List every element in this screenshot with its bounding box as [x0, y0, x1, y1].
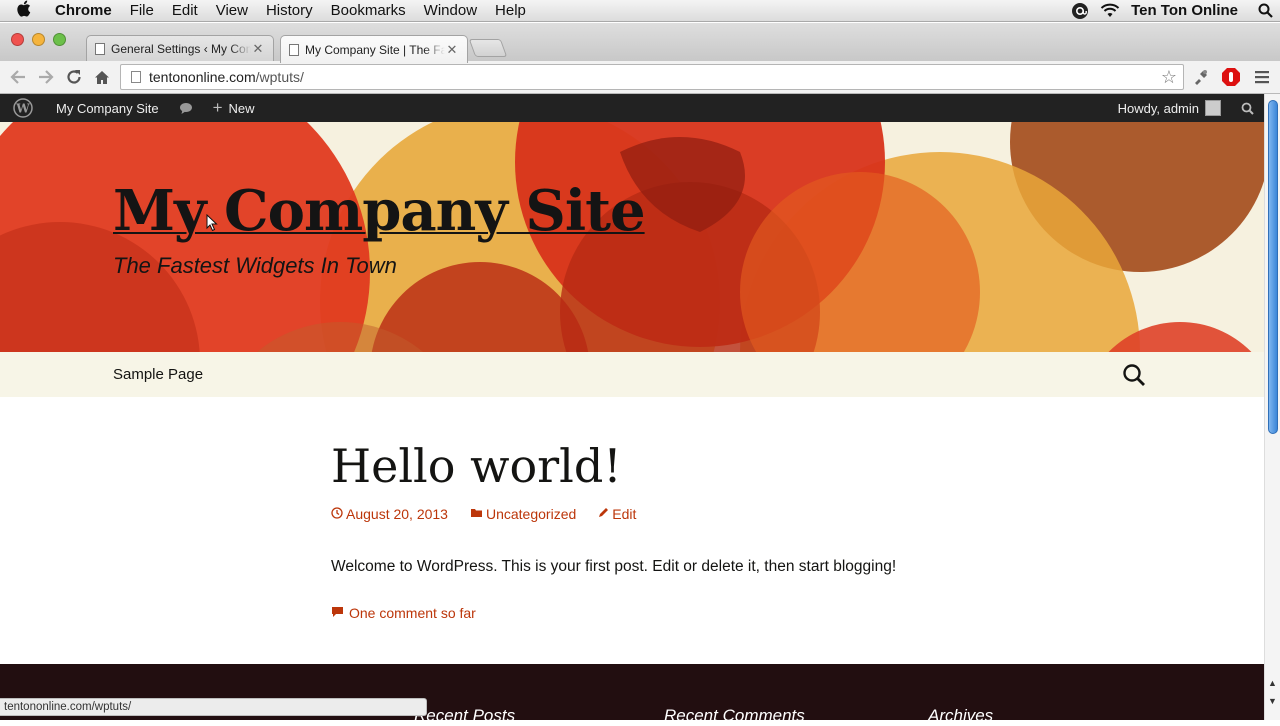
window-zoom-button[interactable]	[53, 33, 66, 46]
widget-title-recent-comments: Recent Comments	[664, 706, 805, 725]
bookmark-star-icon[interactable]: ☆	[1161, 67, 1177, 88]
spotlight-search-icon[interactable]	[1250, 3, 1280, 18]
comments-link[interactable]: One comment so far	[331, 605, 476, 621]
url-host: tentononline.com	[149, 69, 256, 85]
svg-text:W: W	[15, 102, 30, 116]
window-minimize-button[interactable]	[32, 33, 45, 46]
admin-bar-my-account[interactable]: Howdy, admin	[1108, 94, 1231, 122]
tab-title: General Settings ‹ My Company	[111, 42, 251, 56]
chrome-menu-icon[interactable]	[1251, 66, 1273, 88]
page-icon	[289, 43, 299, 56]
menu-app-chrome[interactable]: Chrome	[46, 0, 121, 22]
post-edit-text: Edit	[612, 506, 637, 522]
admin-bar-howdy: Howdy, admin	[1117, 100, 1199, 116]
post-category-text: Uncategorized	[485, 506, 577, 522]
new-tab-button[interactable]	[468, 39, 508, 57]
post-body: Welcome to WordPress. This is your first…	[331, 558, 897, 575]
search-icon[interactable]	[1122, 363, 1146, 387]
wifi-icon[interactable]	[1095, 3, 1125, 18]
window-close-button[interactable]	[11, 33, 24, 46]
adblock-extension-icon[interactable]	[1220, 66, 1242, 88]
menu-view[interactable]: View	[207, 0, 257, 22]
admin-bar-search-icon[interactable]	[1231, 94, 1264, 122]
browser-tab-strip: General Settings ‹ My Company ✕ My Compa…	[0, 23, 1280, 63]
home-icon[interactable]	[88, 63, 116, 91]
tab-general-settings[interactable]: General Settings ‹ My Company ✕	[86, 35, 274, 62]
main-content: Hello world! August 20, 2013 Uncategoriz…	[0, 397, 1264, 664]
tab-close-icon[interactable]: ✕	[445, 42, 459, 58]
macos-menubar: Chrome File Edit View History Bookmarks …	[0, 0, 1280, 22]
post-date-text: August 20, 2013	[346, 506, 448, 522]
url-path: /wptuts/	[255, 69, 304, 85]
nav-item-sample-page[interactable]: Sample Page	[113, 366, 203, 383]
site-navigation: Sample Page	[0, 352, 1264, 397]
scroll-down-arrow-icon[interactable]: ▼	[1268, 696, 1277, 706]
scroll-up-arrow-icon[interactable]: ▲	[1268, 678, 1277, 688]
post-title[interactable]: Hello world!	[331, 439, 622, 493]
page-scrollbar[interactable]: ▲ ▼	[1264, 94, 1280, 720]
entry-meta: August 20, 2013 Uncategorized Edit	[331, 506, 658, 522]
status-url-bubble: tentononline.com/wptuts/	[0, 698, 427, 716]
comments-link-text: One comment so far	[349, 605, 476, 621]
page-icon	[95, 43, 105, 55]
avatar	[1205, 100, 1221, 116]
back-arrow-icon[interactable]	[4, 63, 32, 91]
scrollbar-thumb[interactable]	[1268, 100, 1278, 434]
menubar-user-name[interactable]: Ten Ton Online	[1125, 2, 1250, 19]
post-edit-link[interactable]: Edit	[598, 506, 636, 522]
wordpress-logo-icon[interactable]: W	[0, 94, 46, 122]
address-bar[interactable]: tentononline.com/wptuts/ ☆	[120, 64, 1184, 90]
widget-title-recent-posts: Recent Posts	[414, 706, 516, 725]
folder-icon	[470, 507, 483, 521]
site-description: The Fastest Widgets In Town	[113, 253, 397, 278]
post-category[interactable]: Uncategorized	[470, 506, 576, 522]
admin-bar-site-name[interactable]: My Company Site	[46, 94, 169, 122]
address-url[interactable]: tentononline.com/wptuts/	[149, 69, 304, 85]
wp-admin-bar: W My Company Site + New Howdy, admin	[0, 94, 1264, 122]
plus-icon: +	[212, 98, 223, 117]
at-sign-icon[interactable]	[1065, 2, 1095, 20]
pencil-icon	[598, 507, 609, 521]
menu-window[interactable]: Window	[415, 0, 486, 22]
widget-title-archives: Archives	[928, 706, 994, 725]
page-icon	[131, 71, 141, 83]
apple-menu-icon[interactable]	[0, 0, 46, 22]
browser-toolbar: tentononline.com/wptuts/ ☆	[0, 61, 1280, 94]
menu-bookmarks[interactable]: Bookmarks	[322, 0, 415, 22]
tab-title: My Company Site | The Fastest	[305, 42, 445, 57]
clock-icon	[331, 506, 343, 522]
post-date[interactable]: August 20, 2013	[331, 506, 448, 522]
reload-icon[interactable]	[60, 63, 88, 91]
admin-bar-new-label: New	[228, 100, 255, 116]
menu-help[interactable]: Help	[486, 0, 535, 22]
site-header: My Company Site The Fastest Widgets In T…	[0, 122, 1264, 352]
comments-bubble-icon[interactable]	[169, 94, 203, 122]
forward-arrow-icon[interactable]	[32, 63, 60, 91]
site-title[interactable]: My Company Site	[113, 178, 646, 244]
tab-close-icon[interactable]: ✕	[251, 41, 265, 57]
comment-bubble-icon	[331, 606, 344, 621]
extension-puzzle-icon[interactable]	[1190, 66, 1212, 88]
mouse-cursor-icon	[206, 213, 218, 237]
tab-my-company-site[interactable]: My Company Site | The Fastest ✕	[280, 35, 468, 63]
menu-history[interactable]: History	[257, 0, 322, 22]
admin-bar-new[interactable]: + New	[203, 94, 265, 122]
menu-file[interactable]: File	[121, 0, 163, 22]
menu-edit[interactable]: Edit	[163, 0, 207, 22]
